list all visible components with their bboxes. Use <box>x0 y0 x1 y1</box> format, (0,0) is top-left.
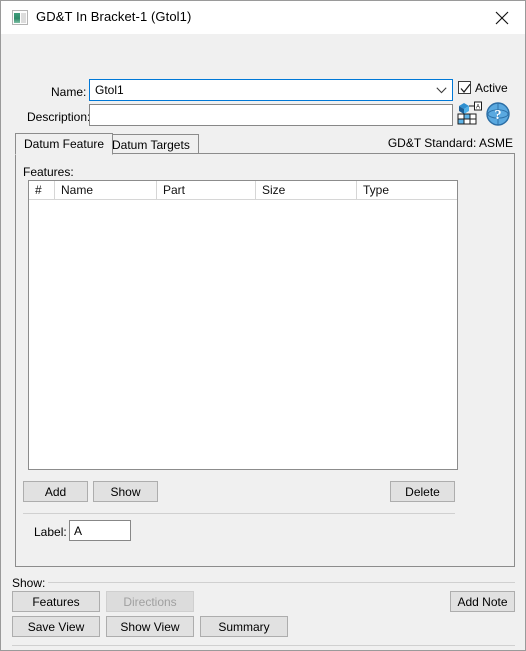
active-checkbox[interactable] <box>458 81 471 94</box>
gdt-standard-text: GD&T Standard: ASME <box>387 136 513 150</box>
label-field-label: Label: <box>34 525 67 539</box>
close-icon <box>495 11 509 25</box>
description-field-label: Description: <box>27 110 91 124</box>
gdt-dialog-window: GD&T In Bracket-1 (Gtol1) Name: Gtol1 Ac… <box>0 0 526 651</box>
close-button[interactable] <box>479 1 525 33</box>
summary-button[interactable]: Summary <box>200 616 288 637</box>
title-bar: GD&T In Bracket-1 (Gtol1) <box>1 1 525 34</box>
save-view-button[interactable]: Save View <box>12 616 100 637</box>
show-directions-button: Directions <box>106 591 194 612</box>
add-note-button[interactable]: Add Note <box>450 591 515 612</box>
active-checkbox-label: Active <box>475 81 508 95</box>
show-features-button[interactable]: Features <box>12 591 100 612</box>
show-view-button[interactable]: Show View <box>106 616 194 637</box>
tab-datum-feature[interactable]: Datum Feature <box>15 133 114 155</box>
gdt-window-icon <box>12 10 28 25</box>
tab-datum-targets-label: Datum Targets <box>112 138 190 152</box>
column-header-number[interactable]: # <box>29 181 55 200</box>
features-table-body[interactable] <box>29 200 457 468</box>
help-question-icon: ? <box>486 102 510 126</box>
tab-datum-targets[interactable]: Datum Targets <box>103 134 199 154</box>
svg-text:A: A <box>476 105 480 111</box>
chevron-down-icon <box>436 87 447 94</box>
icon-grey-panel <box>21 13 26 23</box>
show-group-rule <box>48 582 515 583</box>
label-input-wrapper[interactable] <box>69 520 131 541</box>
delete-button[interactable]: Delete <box>390 481 455 502</box>
window-title: GD&T In Bracket-1 (Gtol1) <box>36 9 192 24</box>
datum-annotation-button[interactable]: A <box>456 101 482 127</box>
name-combobox-value: Gtol1 <box>95 83 124 97</box>
bottom-separator <box>12 645 515 646</box>
features-section-label: Features: <box>23 165 74 179</box>
name-dropdown-button[interactable] <box>431 80 451 100</box>
description-input-wrapper[interactable] <box>89 104 453 126</box>
checkmark-icon <box>460 83 471 93</box>
dialog-content: Name: Gtol1 Active Description: A ? Datu… <box>1 34 525 650</box>
show-feature-button[interactable]: Show <box>93 481 158 502</box>
features-table[interactable]: # Name Part Size Type <box>28 180 458 470</box>
features-table-header: # Name Part Size Type <box>29 181 457 200</box>
add-button[interactable]: Add <box>23 481 88 502</box>
label-input[interactable] <box>70 521 130 540</box>
help-button[interactable]: ? <box>485 101 511 127</box>
description-input[interactable] <box>90 105 452 125</box>
column-header-name[interactable]: Name <box>55 181 157 200</box>
tab-datum-feature-label: Datum Feature <box>24 137 105 151</box>
name-combobox[interactable]: Gtol1 <box>89 79 453 101</box>
label-separator <box>23 513 455 514</box>
name-field-label: Name: <box>51 85 87 99</box>
datum-annotation-icon: A <box>457 101 482 125</box>
column-header-type[interactable]: Type <box>357 181 457 200</box>
show-group-label: Show: <box>12 576 46 590</box>
icon-green-panel <box>14 13 20 23</box>
svg-text:?: ? <box>495 108 502 123</box>
column-header-size[interactable]: Size <box>256 181 357 200</box>
description-toolbar: A ? <box>456 101 516 129</box>
column-header-part[interactable]: Part <box>157 181 256 200</box>
